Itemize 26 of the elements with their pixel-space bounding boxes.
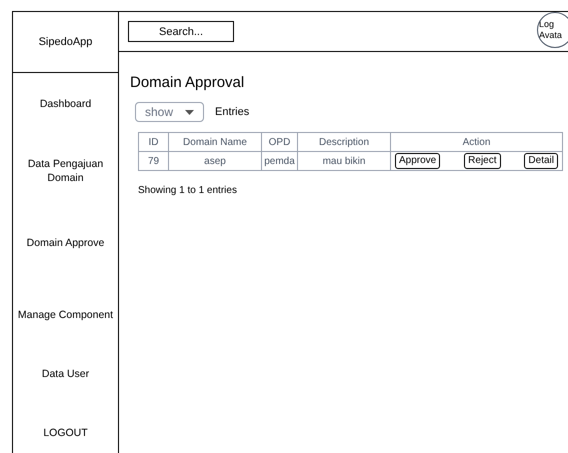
column-header: Action: [390, 132, 562, 152]
entries-label: Entries: [215, 104, 250, 120]
table-cell: 79: [138, 152, 168, 170]
action-button[interactable]: Reject: [464, 153, 501, 169]
app-name: SipedoApp: [38, 34, 92, 50]
sidebar-item[interactable]: Manage Component: [18, 308, 114, 322]
avatar[interactable]: Log Avata: [537, 12, 568, 48]
entries-summary: Showing 1 to 1 entries: [138, 184, 238, 198]
sidebar-item[interactable]: Data Pengajuan Domain: [13, 157, 118, 185]
caret-icon: [185, 110, 194, 114]
sidebar-item[interactable]: Dashboard: [40, 97, 92, 111]
action-button[interactable]: Detail: [524, 153, 558, 169]
table-cell: pemda: [262, 152, 298, 170]
action-button[interactable]: Approve: [395, 153, 440, 169]
sidebar-item[interactable]: LOGOUT: [43, 426, 88, 440]
column-header: Description: [298, 132, 390, 152]
column-header: ID: [138, 132, 168, 152]
table-cell: asep: [168, 152, 262, 170]
sidebar-item[interactable]: Domain Approve: [26, 236, 104, 250]
column-header: Domain Name: [168, 132, 262, 152]
entries-dropdown[interactable]: show: [135, 102, 204, 122]
sidebar-item[interactable]: Data User: [42, 367, 90, 381]
page-title: Domain Approval: [130, 74, 246, 92]
search-field[interactable]: Search...: [128, 21, 234, 42]
table-cell: mau bikin: [298, 152, 390, 170]
column-header: OPD: [262, 132, 298, 152]
